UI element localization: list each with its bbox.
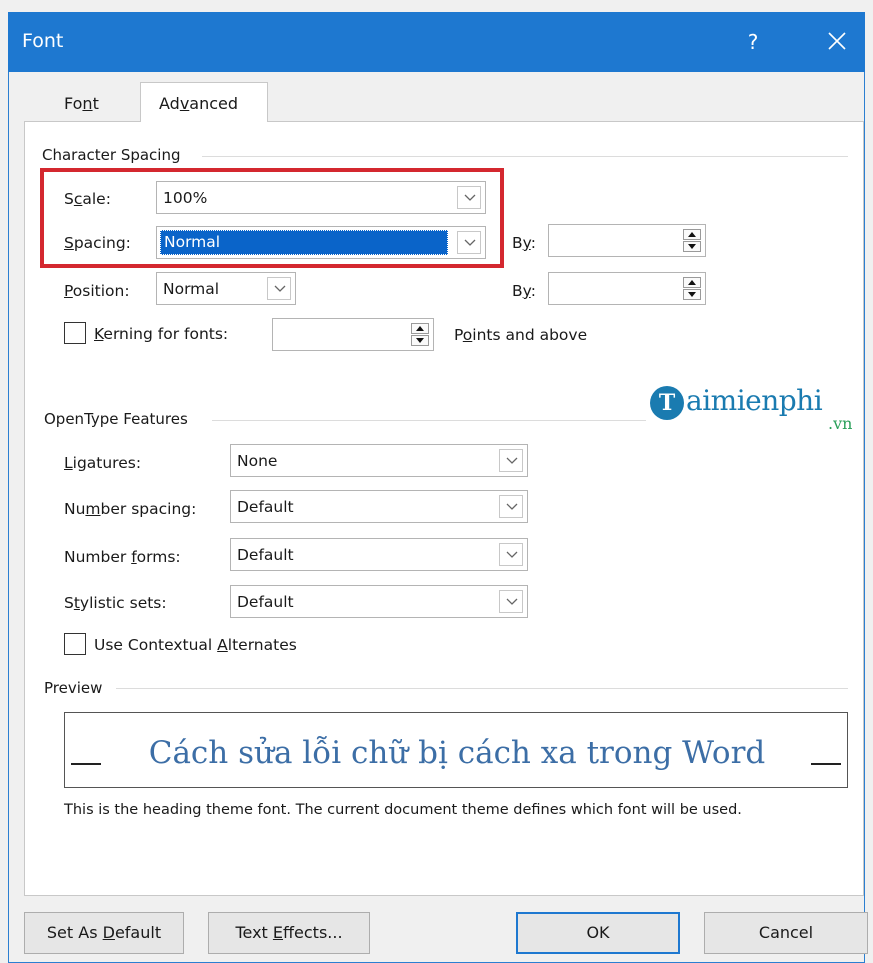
divider <box>202 156 848 157</box>
number-forms-dropdown-button[interactable] <box>499 543 523 566</box>
number-spacing-dropdown-button[interactable] <box>499 495 523 518</box>
position-dropdown[interactable]: Normal <box>156 272 296 305</box>
taimienphi-watermark: T aimienphi .vn <box>650 384 870 434</box>
number-forms-value: Default <box>237 546 294 564</box>
access-key-letter: v <box>179 94 190 113</box>
preview-description: This is the heading theme font. The curr… <box>64 802 742 818</box>
access-key-letter: m <box>85 500 101 518</box>
access-key-letter: K <box>94 325 104 343</box>
access-key-letter: A <box>217 636 228 654</box>
access-key-letter: E <box>272 923 284 942</box>
help-button[interactable]: ? <box>733 22 773 62</box>
divider <box>212 420 646 421</box>
title-bar: Font ? <box>8 12 865 72</box>
number-spacing-value: Default <box>237 498 294 516</box>
caret-down-icon <box>688 292 696 297</box>
access-key-letter: y <box>522 234 531 252</box>
preview-right-dash <box>811 763 841 765</box>
logo-suffix: .vn <box>828 414 853 433</box>
caret-up-icon <box>688 232 696 237</box>
position-label: Position: <box>64 282 130 300</box>
stylistic-sets-dropdown[interactable]: Default <box>230 585 528 618</box>
chevron-down-icon <box>274 285 286 292</box>
kerning-checkbox[interactable] <box>64 322 86 344</box>
contextual-alternates-checkbox[interactable] <box>64 633 86 655</box>
tab-font[interactable]: Font <box>30 84 130 126</box>
ligatures-label: Ligatures: <box>64 454 142 472</box>
chevron-down-icon <box>506 598 518 605</box>
contextual-alternates-label: Use Contextual Alternates <box>94 636 297 654</box>
access-key-letter: n <box>82 94 93 113</box>
caret-down-icon <box>688 244 696 249</box>
preview-box: Cách sửa lỗi chữ bị cách xa trong Word <box>64 712 848 788</box>
spacing-by-stepper[interactable] <box>548 224 706 257</box>
stepper-down-button[interactable] <box>411 335 429 346</box>
spacing-by-label: By: <box>512 234 536 252</box>
logo-name: aimienphi <box>686 384 823 417</box>
stepper-down-button[interactable] <box>683 289 701 300</box>
points-and-above-label: Points and above <box>454 326 588 344</box>
stylistic-sets-value: Default <box>237 593 294 611</box>
divider <box>116 688 848 689</box>
position-dropdown-button[interactable] <box>267 277 291 300</box>
number-forms-dropdown[interactable]: Default <box>230 538 528 571</box>
close-button[interactable] <box>814 22 860 62</box>
caret-up-icon <box>688 280 696 285</box>
access-key-letter: D <box>102 923 115 942</box>
position-by-stepper[interactable] <box>548 272 706 305</box>
opentype-header: OpenType Features <box>44 410 188 428</box>
tab-font-label: Font <box>64 94 99 113</box>
ligatures-value: None <box>237 452 278 470</box>
text-effects-button[interactable]: Text Effects... <box>208 912 370 954</box>
stepper-up-button[interactable] <box>683 277 701 288</box>
chevron-down-icon <box>506 503 518 510</box>
access-key-letter: L <box>64 454 73 472</box>
red-highlight-box <box>40 168 504 268</box>
stepper-up-button[interactable] <box>683 229 701 240</box>
access-key-letter: o <box>462 326 473 344</box>
number-spacing-dropdown[interactable]: Default <box>230 490 528 523</box>
tab-advanced-label: Advanced <box>159 94 239 113</box>
kerning-label: Kerning for fonts: <box>94 325 229 343</box>
stepper-down-button[interactable] <box>683 241 701 252</box>
access-key-letter: y <box>522 282 531 300</box>
access-key-letter: P <box>64 282 73 300</box>
chevron-down-icon <box>506 457 518 464</box>
preview-sample-text: Cách sửa lỗi chữ bị cách xa trong Word <box>148 735 766 771</box>
position-by-label: By: <box>512 282 536 300</box>
caret-up-icon <box>416 326 424 331</box>
close-icon <box>828 32 846 50</box>
kerning-stepper[interactable] <box>272 318 434 351</box>
access-key-letter: t <box>73 594 80 612</box>
stepper-up-button[interactable] <box>411 323 429 334</box>
logo-letter: T <box>650 386 684 420</box>
stylistic-sets-dropdown-button[interactable] <box>499 590 523 613</box>
number-forms-label: Number forms: <box>64 548 181 566</box>
ligatures-dropdown-button[interactable] <box>499 449 523 472</box>
dialog-title: Font <box>22 30 64 52</box>
preview-header: Preview <box>44 679 103 697</box>
number-spacing-label: Number spacing: <box>64 500 197 518</box>
character-spacing-header: Character Spacing <box>42 146 181 164</box>
set-as-default-button[interactable]: Set As Default <box>24 912 184 954</box>
caret-down-icon <box>416 338 424 343</box>
cancel-button[interactable]: Cancel <box>704 912 868 954</box>
stylistic-sets-label: Stylistic sets: <box>64 594 167 612</box>
position-value: Normal <box>163 280 220 298</box>
ok-button[interactable]: OK <box>516 912 680 954</box>
chevron-down-icon <box>506 551 518 558</box>
ligatures-dropdown[interactable]: None <box>230 444 528 477</box>
tab-advanced[interactable]: Advanced <box>140 82 268 122</box>
access-key-letter: f <box>131 548 137 566</box>
